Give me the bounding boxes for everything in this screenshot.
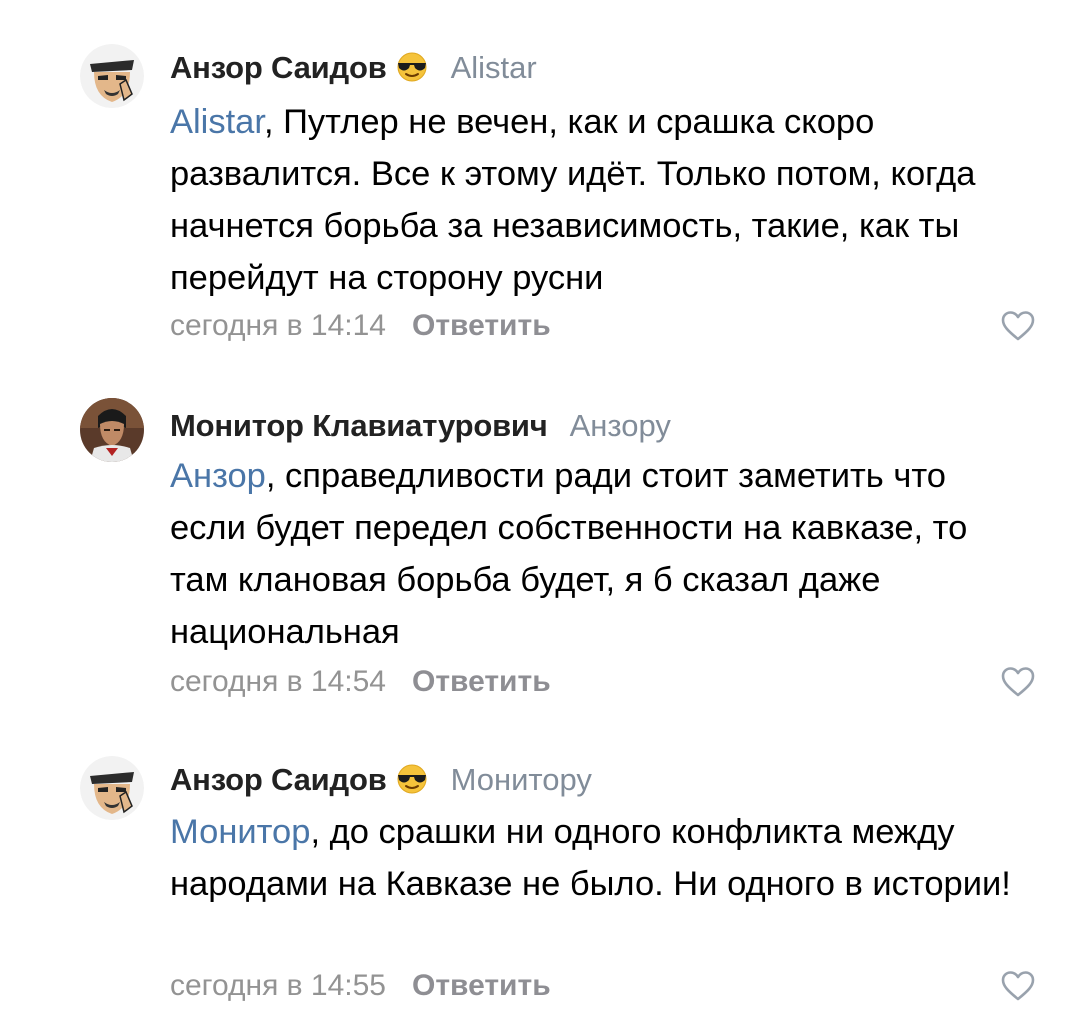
addressee-link[interactable]: Alistar [170,103,264,141]
comment-text: Монитор, до срашки ни одного конфликта м… [170,806,1030,910]
heart-outline-icon[interactable] [1000,970,1036,1002]
reply-button[interactable]: Ответить [412,665,551,698]
reply-button[interactable]: Ответить [412,309,551,342]
reply-to-link[interactable]: Alistar [451,50,537,85]
reply-to-link[interactable]: Анзору [570,408,671,443]
comment-time: сегодня в 14:55 [170,969,386,1002]
comment-text: Alistar, Путлер не вечен, как и срашка с… [170,96,1030,304]
reply-to-link[interactable]: Монитору [451,762,592,797]
comment-meta: сегодня в 14:55 Ответить [170,968,551,1004]
comment-time: сегодня в 14:54 [170,665,386,698]
sunglasses-emoji-icon [395,52,429,91]
heart-outline-icon[interactable] [1000,666,1036,698]
heart-outline-icon[interactable] [1000,310,1036,342]
comment-body: , справедливости ради стоит заметить что… [170,457,968,651]
comment-header: Анзор Саидов Монитору [170,761,592,803]
comment-text: Анзор, справедливости ради стоит заметит… [170,450,1030,658]
author-name[interactable]: Анзор Саидов [170,762,387,797]
author-name[interactable]: Анзор Саидов [170,50,387,85]
sunglasses-emoji-icon [395,764,429,803]
avatar[interactable] [80,756,144,820]
comment-body: , Путлер не вечен, как и срашка скоро ра… [170,103,976,297]
addressee-link[interactable]: Анзор [170,457,266,495]
comment-header: Монитор Клавиатурович Анзору [170,407,671,445]
comment-header: Анзор Саидов Alistar [170,49,537,91]
comment-time: сегодня в 14:14 [170,309,386,342]
addressee-link[interactable]: Монитор [170,813,310,851]
reply-button[interactable]: Ответить [412,969,551,1002]
avatar[interactable] [80,44,144,108]
comment-meta: сегодня в 14:14 Ответить [170,308,551,344]
author-name[interactable]: Монитор Клавиатурович [170,408,548,443]
avatar[interactable] [80,398,144,462]
comment-meta: сегодня в 14:54 Ответить [170,664,551,700]
